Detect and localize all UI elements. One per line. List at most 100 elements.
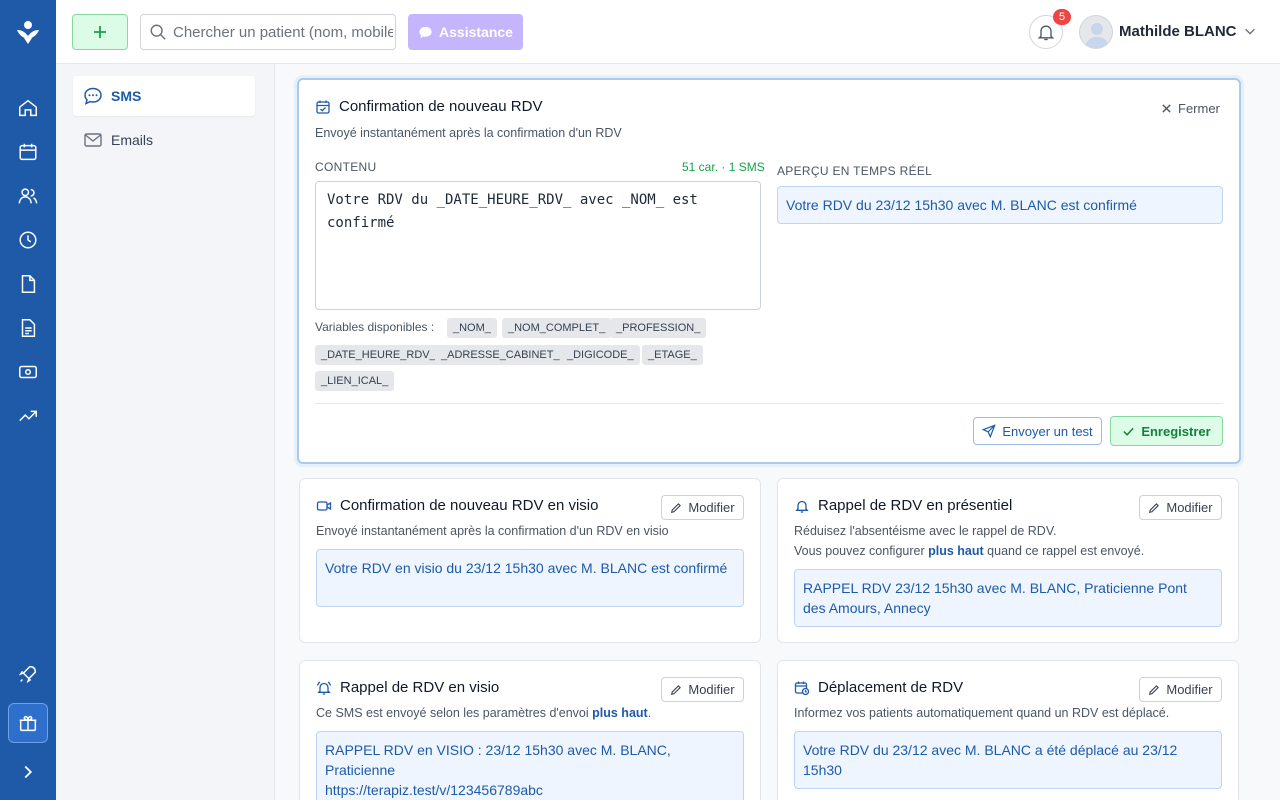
edit-button[interactable]: Modifier: [1139, 495, 1222, 520]
cash-icon[interactable]: [0, 350, 56, 394]
card-preview: RAPPEL RDV en VISIO : 23/12 15h30 avec M…: [316, 731, 744, 800]
description-line: Vous pouvez configurer plus haut quand c…: [794, 541, 1144, 561]
check-icon: [1123, 427, 1134, 436]
card-title-text: Rappel de RDV en présentiel: [818, 497, 1013, 514]
avatar[interactable]: [1079, 15, 1113, 49]
chat-icon: [419, 26, 432, 38]
bell-icon: [795, 500, 809, 513]
top-bar: Assistance 5 Mathilde BLANC: [56, 0, 1280, 64]
sms-template-card: Rappel de RDV en visio Modifier Ce SMS e…: [299, 660, 761, 800]
card-title: Confirmation de nouveau RDV en visio: [316, 497, 598, 514]
chat-bubble-icon: [84, 87, 102, 105]
users-icon[interactable]: [0, 174, 56, 218]
variable-chip[interactable]: _DIGICODE_: [561, 345, 640, 365]
edit-button[interactable]: Modifier: [661, 495, 744, 520]
description-text: quand ce rappel est envoyé.: [983, 544, 1145, 558]
sidebar-item-sms[interactable]: SMS: [73, 76, 255, 116]
settings-sidebar: SMS Emails: [56, 64, 275, 800]
document-icon[interactable]: [0, 262, 56, 306]
variable-chip[interactable]: _NOM_: [447, 318, 497, 338]
card-description: Réduisez l'absentéisme avec le rappel de…: [794, 521, 1144, 561]
home-icon[interactable]: [0, 86, 56, 130]
sidebar-item-label: SMS: [111, 88, 142, 104]
sms-content-textarea[interactable]: Votre RDV du _DATE_HEURE_RDV_ avec _NOM_…: [315, 181, 761, 310]
divider: [315, 403, 1223, 404]
variable-chip[interactable]: _NOM_COMPLET_: [502, 318, 612, 338]
card-title: Rappel de RDV en présentiel: [794, 497, 1012, 514]
variable-chip[interactable]: _PROFESSION_: [610, 318, 707, 338]
preview-label: APERÇU EN TEMPS RÉEL: [777, 164, 933, 178]
plus-icon: [94, 26, 106, 38]
editor-title-text: Confirmation de nouveau RDV: [339, 98, 543, 115]
save-button[interactable]: Enregistrer: [1110, 416, 1223, 446]
variable-chip[interactable]: _LIEN_ICAL_: [315, 371, 395, 391]
user-name[interactable]: Mathilde BLANC: [1119, 23, 1237, 40]
send-icon: [982, 424, 997, 438]
left-rail: [0, 0, 56, 800]
gift-icon[interactable]: [8, 703, 48, 743]
edit-label: Modifier: [1166, 500, 1213, 515]
pencil-icon: [1149, 684, 1160, 695]
video-icon: [316, 500, 332, 511]
sms-editor-card: Confirmation de nouveau RDV Fermer Envoy…: [297, 78, 1241, 464]
sms-template-card: Déplacement de RDV Modifier Informez vos…: [777, 660, 1239, 800]
edit-label: Modifier: [688, 500, 735, 515]
variable-chip[interactable]: _ETAGE_: [642, 345, 703, 365]
main-content: Confirmation de nouveau RDV Fermer Envoy…: [275, 64, 1280, 800]
assistance-label: Assistance: [439, 24, 513, 40]
sidebar-item-label: Emails: [111, 132, 154, 148]
preview-line: RAPPEL RDV en VISIO : 23/12 15h30 avec M…: [325, 742, 671, 758]
add-button[interactable]: [72, 14, 128, 50]
rocket-icon[interactable]: [0, 652, 56, 696]
chevron-down-icon[interactable]: [1243, 24, 1257, 38]
card-title: Déplacement de RDV: [794, 679, 963, 696]
card-title: Rappel de RDV en visio: [316, 679, 499, 696]
sms-template-card: Rappel de RDV en présentiel Modifier Réd…: [777, 478, 1239, 643]
card-title-text: Rappel de RDV en visio: [340, 679, 500, 696]
card-description: Envoyé instantanément après la confirmat…: [316, 524, 669, 538]
bell-icon: [1037, 25, 1055, 41]
patient-search[interactable]: [140, 14, 396, 50]
edit-button[interactable]: Modifier: [661, 677, 744, 702]
variable-chip[interactable]: _DATE_HEURE_RDV_: [315, 345, 442, 365]
send-test-button[interactable]: Envoyer un test: [973, 417, 1102, 445]
description-text: Ce SMS est envoyé selon les paramètres d…: [316, 706, 593, 720]
live-preview: Votre RDV du 23/12 15h30 avec M. BLANC e…: [777, 186, 1223, 224]
description-text: .: [647, 706, 652, 720]
description-text: Vous pouvez configurer: [794, 544, 929, 558]
card-preview: RAPPEL RDV 23/12 15h30 avec M. BLANC, Pr…: [794, 569, 1222, 627]
card-description: Informez vos patients automatiquement qu…: [794, 706, 1170, 720]
variable-chip[interactable]: _ADRESSE_CABINET_: [435, 345, 566, 365]
chevron-right-icon[interactable]: [0, 750, 56, 794]
calendar-icon[interactable]: [0, 130, 56, 174]
clock-icon[interactable]: [0, 218, 56, 262]
pencil-icon: [671, 502, 682, 513]
app-logo[interactable]: [14, 18, 42, 46]
pencil-icon: [1149, 502, 1160, 513]
trending-up-icon[interactable]: [0, 394, 56, 438]
pencil-icon: [671, 684, 682, 695]
editor-description: Envoyé instantanément après la confirmat…: [315, 126, 622, 140]
close-label: Fermer: [1178, 101, 1220, 116]
sms-template-card: Confirmation de nouveau RDV en visio Mod…: [299, 478, 761, 643]
plus-haut-link[interactable]: plus haut: [928, 544, 984, 558]
calendar-clock-icon: [794, 681, 810, 695]
sidebar-item-emails[interactable]: Emails: [73, 120, 255, 160]
description-line: Réduisez l'absentéisme avec le rappel de…: [794, 524, 1057, 538]
close-button[interactable]: Fermer: [1161, 101, 1220, 116]
edit-label: Modifier: [688, 682, 735, 697]
edit-button[interactable]: Modifier: [1139, 677, 1222, 702]
variables-label: Variables disponibles :: [315, 320, 435, 334]
send-test-label: Envoyer un test: [1002, 423, 1093, 439]
notification-badge: 5: [1053, 9, 1071, 25]
assistance-button[interactable]: Assistance: [408, 14, 523, 50]
card-description: Ce SMS est envoyé selon les paramètres d…: [316, 703, 651, 723]
invoice-icon[interactable]: [0, 306, 56, 350]
card-title-text: Déplacement de RDV: [818, 679, 964, 696]
plus-haut-link[interactable]: plus haut: [592, 706, 648, 720]
close-icon: [1162, 104, 1171, 113]
envelope-icon: [84, 133, 102, 147]
save-label: Enregistrer: [1141, 423, 1211, 439]
preview-line: Praticienne: [325, 762, 396, 778]
search-input[interactable]: [173, 23, 393, 41]
